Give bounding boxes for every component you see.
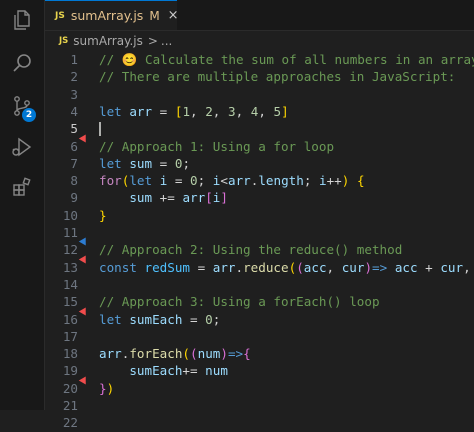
line-text: // Approach 1: Using a for loop (99, 138, 335, 154)
scm-badge: 2 (22, 108, 36, 122)
line-number: 21 (62, 398, 78, 413)
tab-label: sumArray.js (70, 8, 144, 23)
line-text: sum += arr[i] (129, 190, 228, 206)
line-text: arr.forEach((num)=>{ (99, 346, 251, 362)
line-text: // 😊 Calculate the sum of all numbers in… (99, 52, 474, 67)
line-number: 17 (62, 328, 78, 344)
line-text: // Approach 3: Using a forEach() loop (99, 294, 380, 310)
line-number: 19 (62, 363, 78, 379)
line-text: }) (99, 380, 115, 396)
line-number: 5 (70, 121, 78, 137)
code-line[interactable]: 8 for(let i = 0; i<arr.length; i++) { (45, 172, 474, 189)
code-line[interactable]: 6 // Approach 1: Using a for loop (45, 133, 474, 155)
breadcrumb: JS sumArray.js > ... (45, 31, 474, 51)
line-number: 16 (62, 311, 78, 327)
code-line[interactable]: 17 (45, 328, 474, 345)
breadcrumb-file[interactable]: sumArray.js (73, 34, 143, 48)
line-text: // Approach 2: Using the reduce() method (99, 242, 403, 258)
line-number: 8 (70, 173, 78, 189)
code-line[interactable]: 19 sumEach+= num (45, 362, 474, 379)
line-number: 9 (70, 190, 78, 206)
chevron-right-icon: > (147, 34, 158, 48)
close-icon[interactable]: × (168, 8, 179, 23)
line-number: 18 (62, 346, 78, 362)
line-number: 12 (62, 242, 78, 258)
line-text: let sum = 0; (99, 155, 191, 171)
code-line[interactable]: 5 (45, 120, 474, 137)
code-line[interactable]: 16 let sumEach = 0; (45, 306, 474, 328)
code-line[interactable]: 3 (45, 86, 474, 103)
breadcrumb-more[interactable]: ... (161, 34, 172, 48)
line-number: 15 (62, 294, 78, 310)
line-number: 22 (62, 415, 78, 431)
line-number: 20 (62, 380, 78, 396)
code-line[interactable]: 20}) (45, 376, 474, 397)
extensions-icon[interactable] (0, 167, 44, 207)
code-line[interactable]: 22 (45, 414, 474, 431)
line-text: // There are multiple approaches in Java… (99, 69, 456, 85)
line-text: for(let i = 0; i<arr.length; i++) { (99, 173, 365, 189)
code-line[interactable]: 2 // There are multiple approaches in Jav… (45, 68, 474, 85)
line-number: 14 (62, 276, 78, 292)
modified-indicator: M (149, 8, 160, 23)
code-line[interactable]: 13 const redSum = arr.reduce((acc, cur)=>… (45, 255, 474, 276)
explorer-icon[interactable] (0, 0, 44, 40)
line-number: 13 (62, 259, 78, 275)
code-line[interactable]: 9 sum += arr[i] (45, 189, 474, 206)
activity-bar: 2 (0, 0, 45, 410)
line-text: const redSum = arr.reduce((acc, cur)=> a… (99, 259, 471, 275)
line-number: 3 (70, 86, 78, 102)
text-cursor (99, 122, 101, 137)
js-file-icon: JS (55, 10, 65, 21)
line-number: 11 (62, 225, 78, 240)
line-number: 2 (70, 69, 78, 85)
code-line[interactable]: 14 (45, 276, 474, 293)
source-control-icon[interactable]: 2 (0, 86, 44, 126)
js-file-icon: JS (59, 36, 69, 46)
line-number: 10 (62, 207, 78, 223)
code-line[interactable]: 11 (45, 224, 474, 241)
code-line[interactable]: 21 (45, 397, 474, 414)
code-line[interactable]: 12 // Approach 2: Using the reduce() meth… (45, 237, 474, 258)
code-line[interactable]: 4 let arr = [1, 2, 3, 4, 5] (45, 103, 474, 120)
code-line[interactable]: 15 // Approach 3: Using a forEach() loop (45, 293, 474, 310)
code-line[interactable]: 7 let sum = 0; (45, 155, 474, 172)
run-debug-icon[interactable] (0, 127, 44, 167)
line-number: 4 (70, 103, 78, 119)
line-text: sumEach+= num (129, 363, 228, 379)
line-text: let arr = [1, 2, 3, 4, 5] (99, 103, 289, 119)
search-icon[interactable] (0, 43, 44, 83)
code-line[interactable]: 10} (45, 207, 474, 224)
line-number: 6 (70, 138, 78, 154)
line-number: 7 (70, 155, 78, 171)
code-line[interactable]: 1 // 😊 Calculate the sum of all numbers i… (45, 51, 474, 68)
line-text: } (99, 207, 107, 223)
tab-sumarray[interactable]: JS sumArray.js M × (45, 0, 179, 30)
line-number: 1 (70, 52, 78, 67)
code-editor[interactable]: 1 // 😊 Calculate the sum of all numbers i… (45, 51, 474, 430)
tab-bar: JS sumArray.js M × (45, 0, 474, 31)
code-line[interactable]: 18 arr.forEach((num)=>{ (45, 345, 474, 362)
line-text: let sumEach = 0; (99, 311, 221, 327)
